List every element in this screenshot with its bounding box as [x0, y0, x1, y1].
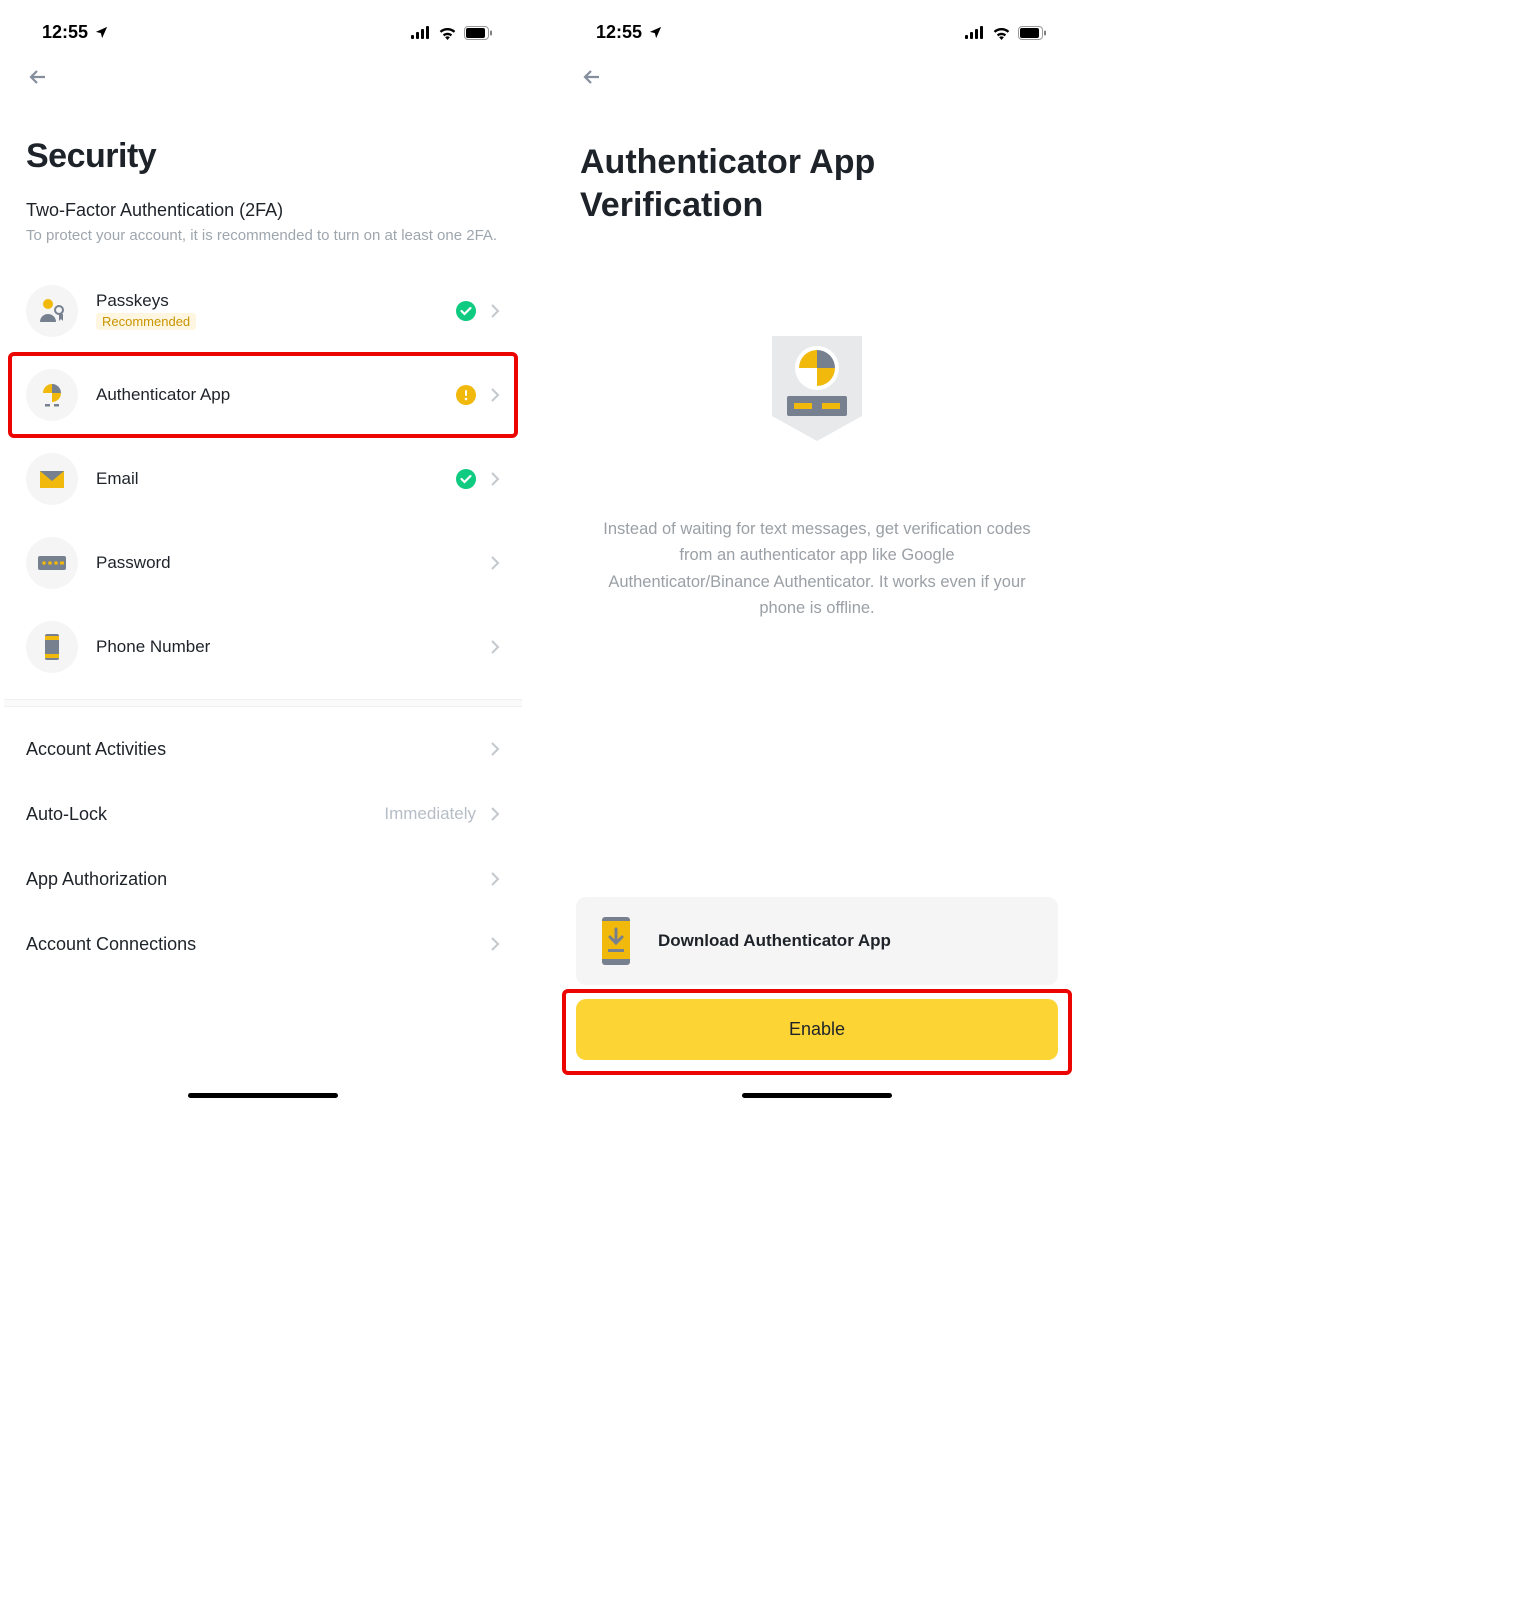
download-authenticator-card[interactable]: Download Authenticator App	[576, 897, 1058, 985]
wifi-icon	[438, 26, 457, 40]
authenticator-illustration	[558, 226, 1076, 516]
chevron-right-icon	[490, 303, 500, 319]
warning-circle-icon	[456, 385, 476, 405]
authenticator-verification-screen: 12:55 Authenticator App Verification Ins…	[558, 4, 1076, 1106]
row-label: Account Connections	[26, 934, 196, 955]
wifi-icon	[992, 26, 1011, 40]
email-icon	[26, 453, 78, 505]
status-bar: 12:55	[558, 4, 1076, 51]
authenticator-icon	[26, 369, 78, 421]
home-indicator	[188, 1093, 338, 1098]
location-icon	[648, 25, 663, 40]
row-label: Account Activities	[26, 739, 166, 760]
passkeys-icon	[26, 285, 78, 337]
description-text: Instead of waiting for text messages, ge…	[558, 516, 1076, 622]
status-time: 12:55	[42, 22, 88, 43]
row-password[interactable]: Password	[4, 521, 522, 605]
row-account-connections[interactable]: Account Connections	[4, 912, 522, 977]
row-email[interactable]: Email	[4, 437, 522, 521]
chevron-right-icon	[490, 936, 500, 952]
battery-icon	[464, 26, 492, 40]
row-label: Phone Number	[96, 637, 472, 657]
section-divider	[4, 699, 522, 707]
status-bar: 12:55	[4, 4, 522, 51]
recommended-tag: Recommended	[96, 313, 196, 330]
home-indicator	[742, 1093, 892, 1098]
password-icon	[26, 537, 78, 589]
row-label: Password	[96, 553, 472, 573]
check-circle-icon	[456, 301, 476, 321]
row-account-activities[interactable]: Account Activities	[4, 717, 522, 782]
chevron-right-icon	[490, 555, 500, 571]
row-passkeys[interactable]: Passkeys Recommended	[4, 269, 522, 353]
check-circle-icon	[456, 469, 476, 489]
cellular-icon	[411, 26, 431, 39]
cellular-icon	[965, 26, 985, 39]
row-app-authorization[interactable]: App Authorization	[4, 847, 522, 912]
location-icon	[94, 25, 109, 40]
chevron-right-icon	[490, 806, 500, 822]
row-authenticator-app[interactable]: Authenticator App	[4, 353, 522, 437]
phone-icon	[26, 621, 78, 673]
row-label: Passkeys	[96, 291, 438, 311]
row-label: Email	[96, 469, 438, 489]
back-button[interactable]	[4, 51, 522, 97]
back-button[interactable]	[558, 51, 1076, 97]
row-label: Authenticator App	[96, 385, 438, 405]
tfa-description: To protect your account, it is recommend…	[4, 223, 522, 269]
chevron-right-icon	[490, 387, 500, 403]
status-time: 12:55	[596, 22, 642, 43]
battery-icon	[1018, 26, 1046, 40]
page-title: Security	[4, 97, 522, 190]
row-label: App Authorization	[26, 869, 167, 890]
page-title: Authenticator App Verification	[558, 97, 1076, 226]
row-phone-number[interactable]: Phone Number	[4, 605, 522, 689]
row-auto-lock[interactable]: Auto-Lock Immediately	[4, 782, 522, 847]
arrow-left-icon	[580, 65, 604, 89]
row-label: Auto-Lock	[26, 804, 107, 825]
chevron-right-icon	[490, 871, 500, 887]
row-value: Immediately	[384, 804, 476, 824]
enable-button[interactable]: Enable	[576, 999, 1058, 1060]
download-label: Download Authenticator App	[658, 931, 891, 951]
download-phone-icon	[596, 915, 636, 967]
chevron-right-icon	[490, 639, 500, 655]
chevron-right-icon	[490, 471, 500, 487]
chevron-right-icon	[490, 741, 500, 757]
arrow-left-icon	[26, 65, 50, 89]
security-screen: 12:55 Security Two-Factor Authentication…	[4, 4, 522, 1106]
tfa-heading: Two-Factor Authentication (2FA)	[4, 190, 522, 223]
